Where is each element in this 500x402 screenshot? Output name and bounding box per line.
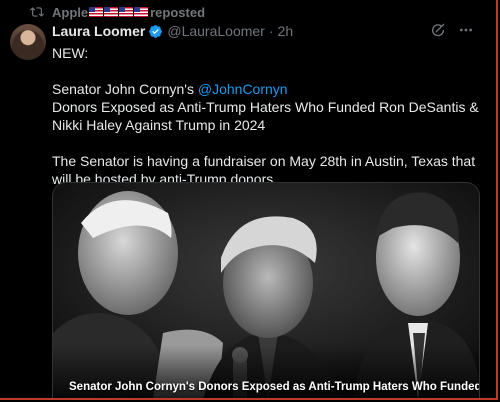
- repost-user[interactable]: Apple: [52, 5, 88, 20]
- avatar[interactable]: [10, 24, 46, 60]
- post-header: Laura Loomer @LauraLoomer · 2h: [52, 22, 293, 40]
- post-timestamp[interactable]: 2h: [278, 23, 294, 39]
- repost-label: reposted: [150, 4, 206, 20]
- link-card-caption[interactable]: Senator John Cornyn's Donors Exposed as …: [69, 381, 479, 393]
- us-flag-icon: [89, 7, 104, 17]
- author-handle[interactable]: @LauraLoomer: [167, 23, 265, 39]
- post-header-actions: [430, 22, 474, 38]
- separator-dot: ·: [268, 23, 274, 39]
- more-icon[interactable]: [458, 22, 474, 38]
- us-flag-icon: [119, 7, 134, 17]
- link-card-image[interactable]: Senator John Cornyn's Donors Exposed as …: [52, 182, 480, 398]
- verified-badge-icon: [149, 24, 163, 38]
- author-name[interactable]: Laura Loomer: [52, 23, 145, 39]
- us-flag-icon: [104, 7, 119, 17]
- tweet-line-new: NEW:: [52, 45, 89, 61]
- news-photo: [53, 183, 479, 398]
- repost-indicator[interactable]: Apple reposted: [30, 4, 205, 20]
- post-frame: Apple reposted Laura Loomer @LauraLoomer…: [0, 0, 498, 400]
- tweet-line-senator: Senator John Cornyn's: [52, 81, 198, 97]
- grok-icon[interactable]: [430, 22, 446, 38]
- repost-icon: [30, 7, 44, 17]
- us-flag-icon: [134, 7, 149, 17]
- us-flag-emojis: [89, 7, 149, 17]
- mention-link[interactable]: @JohnCornyn: [198, 81, 288, 97]
- tweet-line-headline: Donors Exposed as Anti-Trump Haters Who …: [52, 99, 483, 133]
- tweet-text: NEW: Senator John Cornyn's @JohnCornyn D…: [52, 44, 480, 188]
